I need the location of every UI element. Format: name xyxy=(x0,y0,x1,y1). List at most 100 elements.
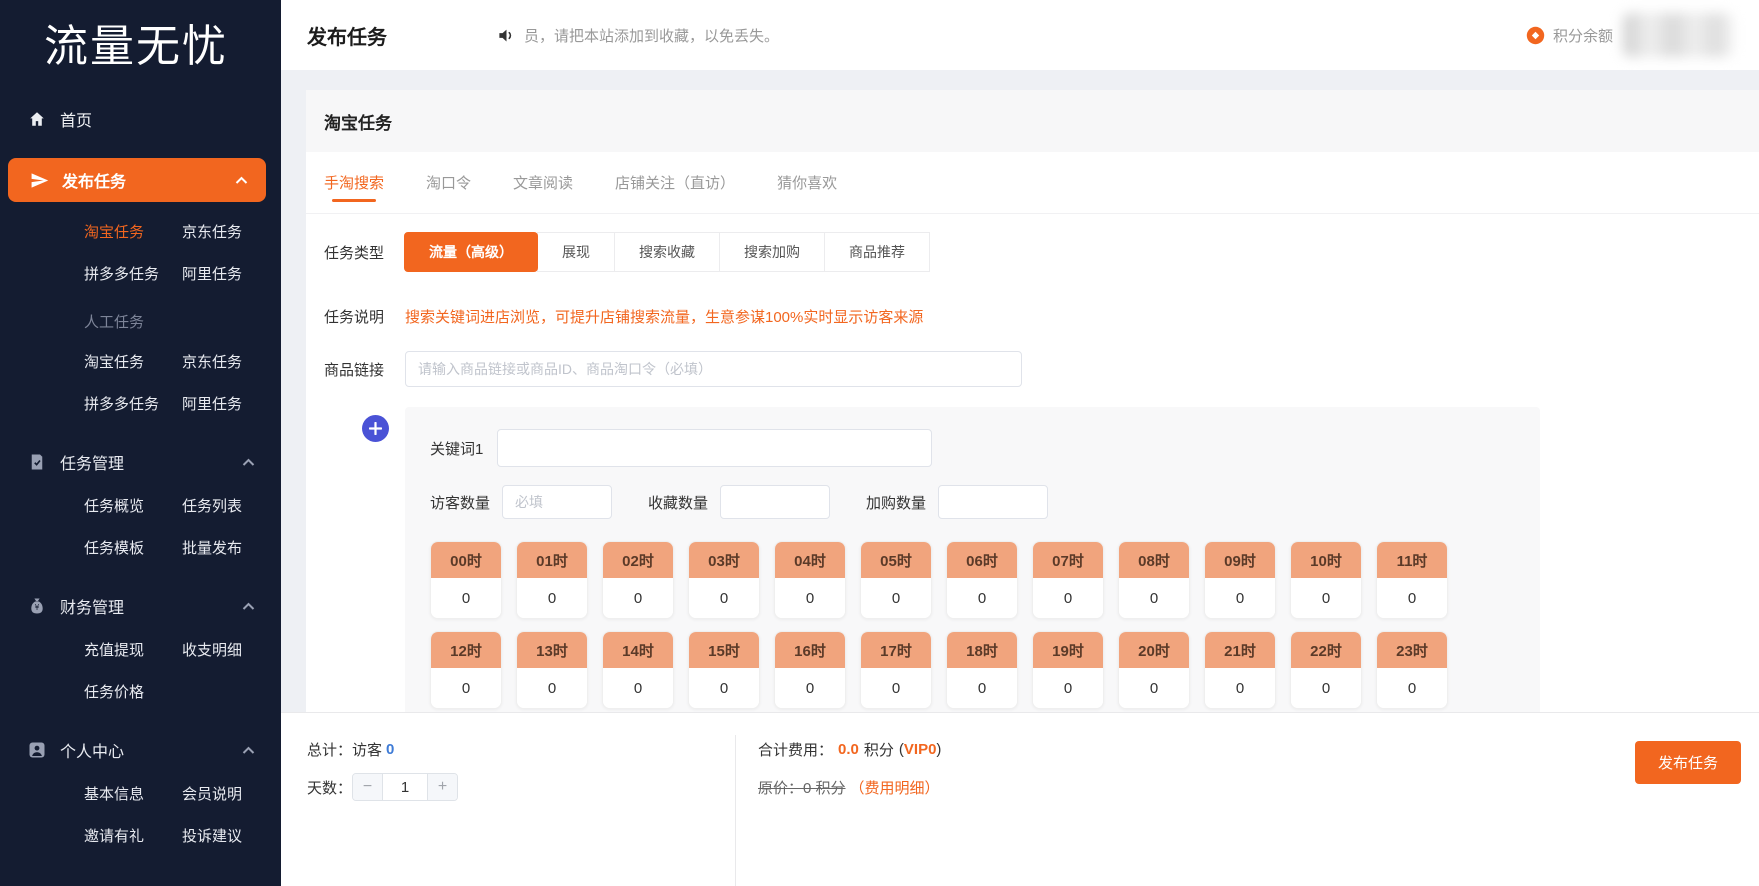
quantity-row: 访客数量 收藏数量 加购数量 xyxy=(430,485,1515,519)
hour-value-input-9[interactable] xyxy=(1205,578,1275,618)
sidebar-item-home[interactable]: 首页 xyxy=(0,104,281,134)
task-type-option-2[interactable]: 搜索收藏 xyxy=(614,232,720,272)
sidebar-item-label: 任务管理 xyxy=(60,456,125,473)
hour-value-input-11[interactable] xyxy=(1377,578,1447,618)
task-type-option-3[interactable]: 搜索加购 xyxy=(719,232,825,272)
sidebar-subitem-1[interactable]: 会员说明 xyxy=(182,783,281,804)
hour-value-input-19[interactable] xyxy=(1033,668,1103,708)
days-value[interactable]: 1 xyxy=(383,774,428,800)
hour-value-input-16[interactable] xyxy=(775,668,845,708)
keyword-label: 关键词1 xyxy=(430,440,484,458)
hour-value-input-0[interactable] xyxy=(431,578,501,618)
hour-cell-10: 10时 xyxy=(1290,541,1362,619)
hour-label-17: 17时 xyxy=(861,632,931,668)
tab-1[interactable]: 淘口令 xyxy=(426,152,471,213)
hour-value-input-14[interactable] xyxy=(603,668,673,708)
publish-task-button[interactable]: 发布任务 xyxy=(1634,741,1741,784)
hour-label-11: 11时 xyxy=(1377,542,1447,578)
cart-count-input[interactable] xyxy=(938,485,1049,519)
sidebar-subitem-0[interactable]: 充值提现 xyxy=(84,639,174,660)
tab-2[interactable]: 文章阅读 xyxy=(513,152,573,213)
sidebar-subitem-0[interactable]: 淘宝任务 xyxy=(84,221,174,242)
sidebar-subitem-2[interactable]: 任务价格 xyxy=(84,681,174,702)
sidebar-subitem-2[interactable]: 邀请有礼 xyxy=(84,825,174,846)
hour-value-input-12[interactable] xyxy=(431,668,501,708)
tab-3[interactable]: 店铺关注（直访） xyxy=(615,152,735,213)
hour-value-input-18[interactable] xyxy=(947,668,1017,708)
sidebar-item-finance-management[interactable]: ¥ 财务管理 xyxy=(0,592,281,620)
hour-value-input-15[interactable] xyxy=(689,668,759,708)
hour-value-input-7[interactable] xyxy=(1033,578,1103,618)
hour-value-input-22[interactable] xyxy=(1291,668,1361,708)
keyword-input[interactable] xyxy=(497,429,933,467)
sidebar-subitem-0[interactable]: 淘宝任务 xyxy=(84,351,174,372)
hour-value-input-20[interactable] xyxy=(1119,668,1189,708)
hour-value-input-21[interactable] xyxy=(1205,668,1275,708)
taobao-task-card: 淘宝任务 手淘搜索 淘口令 文章阅读 店铺关注（直访） 猜你喜欢 任务类型 流量（高级）… xyxy=(306,90,1759,712)
sidebar-subitem-3[interactable]: 阿里任务 xyxy=(182,263,281,284)
sidebar-subitem-1[interactable]: 京东任务 xyxy=(182,351,281,372)
add-keyword-button[interactable] xyxy=(362,415,389,442)
task-type-option-0[interactable]: 流量（高级） xyxy=(404,232,538,272)
hour-cell-15: 15时 xyxy=(688,631,760,709)
finance-submenu: 充值提现 收支明细 任务价格 xyxy=(84,639,281,702)
hour-cell-5: 05时 xyxy=(860,541,932,619)
hour-value-input-5[interactable] xyxy=(861,578,931,618)
announcement-text: 员，请把本站添加到收藏，以免丢失。 xyxy=(524,27,780,45)
hour-grid-row-2: 12时 13时 14时 15时 16时 17时 18时 19时 20时 21时 22时 23时 xyxy=(430,631,1515,709)
fee-detail-link[interactable]: （费用明细） xyxy=(850,777,940,798)
hour-value-input-1[interactable] xyxy=(517,578,587,618)
hour-label-0: 00时 xyxy=(431,542,501,578)
visitor-count-input[interactable] xyxy=(502,485,613,519)
sidebar-subitem-1[interactable]: 任务列表 xyxy=(182,495,281,516)
manual-submenu: 淘宝任务 京东任务 拼多多任务 阿里任务 xyxy=(84,351,281,414)
hour-cell-22: 22时 xyxy=(1290,631,1362,709)
tab-0[interactable]: 手淘搜索 xyxy=(324,152,384,213)
days-decrement-button[interactable]: − xyxy=(353,774,384,800)
fee-label: 合计费用： xyxy=(758,741,834,759)
hour-value-input-6[interactable] xyxy=(947,578,1017,618)
hour-value-input-23[interactable] xyxy=(1377,668,1447,708)
task-mgmt-submenu: 任务概览 任务列表 任务模板 批量发布 xyxy=(84,495,281,558)
user-icon xyxy=(28,741,46,759)
task-type-option-4[interactable]: 商品推荐 xyxy=(824,232,930,272)
task-type-option-1[interactable]: 展现 xyxy=(537,232,615,272)
hour-label-20: 20时 xyxy=(1119,632,1189,668)
task-desc-row: 任务说明 搜索关键词进店浏览，可提升店铺搜索流量，生意参谋100%实时显示访客来… xyxy=(324,306,1741,327)
sidebar-subitem-0[interactable]: 任务概览 xyxy=(84,495,174,516)
days-increment-button[interactable]: + xyxy=(427,774,458,800)
hour-value-input-8[interactable] xyxy=(1119,578,1189,618)
tab-4[interactable]: 猜你喜欢 xyxy=(777,152,837,213)
hour-value-input-3[interactable] xyxy=(689,578,759,618)
add-keyword-column xyxy=(324,407,405,442)
sidebar-subitem-0[interactable]: 基本信息 xyxy=(84,783,174,804)
svg-text:¥: ¥ xyxy=(35,603,40,612)
sidebar-subitem-1[interactable]: 收支明细 xyxy=(182,639,281,660)
sidebar-item-publish-tasks[interactable]: 发布任务 xyxy=(8,158,266,202)
hour-value-input-4[interactable] xyxy=(775,578,845,618)
task-desc-text: 搜索关键词进店浏览，可提升店铺搜索流量，生意参谋100%实时显示访客来源 xyxy=(405,309,924,326)
sidebar-subitem-3[interactable]: 阿里任务 xyxy=(182,393,281,414)
hour-value-input-17[interactable] xyxy=(861,668,931,708)
hour-value-input-2[interactable] xyxy=(603,578,673,618)
sidebar-subitem-2[interactable]: 拼多多任务 xyxy=(84,393,174,414)
fee-value: 0.0 xyxy=(838,740,859,758)
sidebar-subitem-3[interactable]: 投诉建议 xyxy=(182,825,281,846)
sidebar-subitem-2[interactable]: 任务模板 xyxy=(84,537,174,558)
sidebar-item-personal-center[interactable]: 个人中心 xyxy=(0,736,281,764)
task-type-label: 任务类型 xyxy=(324,244,385,262)
hour-label-1: 01时 xyxy=(517,542,587,578)
product-link-input[interactable] xyxy=(405,351,1022,387)
hour-label-4: 04时 xyxy=(775,542,845,578)
sidebar-subitem-1[interactable]: 京东任务 xyxy=(182,221,281,242)
footer-bar: 总计：访客 0 天数： − 1 + 合计费用： 0.0 积分 (VIP0) 原价… xyxy=(281,712,1759,886)
sidebar-item-task-management[interactable]: 任务管理 xyxy=(0,448,281,476)
chevron-up-icon xyxy=(242,458,255,467)
sidebar-subitem-2[interactable]: 拼多多任务 xyxy=(84,263,174,284)
hour-value-input-10[interactable] xyxy=(1291,578,1361,618)
hour-cell-23: 23时 xyxy=(1376,631,1448,709)
hour-value-input-13[interactable] xyxy=(517,668,587,708)
vip-close: ) xyxy=(936,740,942,758)
favorite-count-input[interactable] xyxy=(720,485,831,519)
sidebar-subitem-3[interactable]: 批量发布 xyxy=(182,537,281,558)
